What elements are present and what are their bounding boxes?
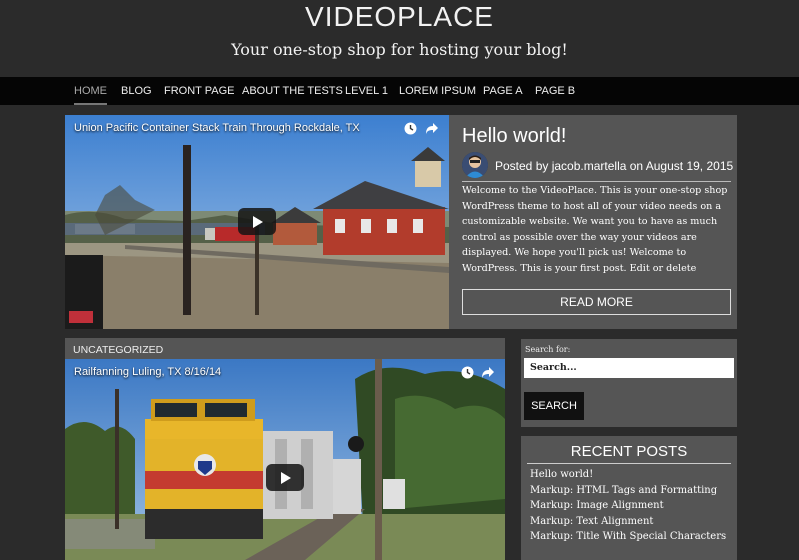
site-tagline: Your one-stop shop for hosting your blog… bbox=[231, 40, 568, 59]
divider bbox=[527, 463, 731, 464]
clock-icon[interactable] bbox=[404, 122, 417, 135]
post-meta: Posted by jacob.martella on August 19, 2… bbox=[495, 159, 734, 173]
recent-post-link[interactable]: Markup: Title With Special Characters bbox=[530, 529, 726, 545]
search-input[interactable]: Search... bbox=[524, 358, 734, 378]
recent-posts-widget: RECENT POSTS Hello world! Markup: HTML T… bbox=[521, 436, 737, 560]
recent-post-link[interactable]: Hello world! bbox=[530, 467, 726, 483]
featured-video-title[interactable]: Union Pacific Container Stack Train Thro… bbox=[74, 122, 360, 134]
search-button[interactable]: SEARCH bbox=[524, 392, 584, 420]
featured-video-player[interactable]: Union Pacific Container Stack Train Thro… bbox=[65, 115, 449, 329]
recent-post-link[interactable]: Markup: Image Alignment bbox=[530, 498, 726, 514]
featured-post-panel: Hello world! Posted by jacob.martella on… bbox=[449, 115, 737, 329]
second-video-thumbnail bbox=[65, 359, 505, 560]
nav-item-front-page[interactable]: FRONT PAGE bbox=[164, 77, 235, 105]
site-header: VIDEOPLACE Your one-stop shop for hostin… bbox=[0, 0, 799, 77]
author-avatar-image bbox=[462, 152, 488, 178]
recent-post-link[interactable]: Markup: HTML Tags and Formatting bbox=[530, 483, 726, 499]
second-video-player[interactable]: Railfanning Luling, TX 8/16/14 bbox=[65, 359, 505, 560]
read-more-button[interactable]: READ MORE bbox=[462, 289, 731, 315]
clock-icon[interactable] bbox=[461, 366, 474, 379]
divider bbox=[462, 181, 731, 182]
nav-item-home[interactable]: HOME bbox=[74, 77, 107, 105]
site-title[interactable]: VIDEOPLACE bbox=[0, 0, 799, 34]
post-category[interactable]: UNCATEGORIZED bbox=[73, 344, 163, 356]
post-excerpt: Welcome to the VideoPlace. This is your … bbox=[462, 185, 728, 274]
avatar bbox=[462, 152, 488, 178]
search-label: Search for: bbox=[525, 345, 571, 354]
post-title[interactable]: Hello world! bbox=[462, 125, 566, 148]
recent-posts-list: Hello world! Markup: HTML Tags and Forma… bbox=[530, 467, 726, 545]
nav-item-level-1[interactable]: LEVEL 1 bbox=[345, 77, 388, 105]
search-widget: Search for: Search... SEARCH bbox=[521, 339, 737, 427]
nav-item-page-b[interactable]: PAGE B bbox=[535, 77, 575, 105]
play-icon[interactable] bbox=[238, 208, 276, 235]
main-navigation: HOME BLOG FRONT PAGE ABOUT THE TESTS LEV… bbox=[0, 77, 799, 105]
nav-item-page-a[interactable]: PAGE A bbox=[483, 77, 523, 105]
nav-item-about-the-tests[interactable]: ABOUT THE TESTS bbox=[242, 77, 343, 105]
share-icon[interactable] bbox=[481, 366, 495, 379]
recent-post-link[interactable]: Markup: Text Alignment bbox=[530, 514, 726, 530]
second-video-title[interactable]: Railfanning Luling, TX 8/16/14 bbox=[74, 366, 221, 378]
nav-item-blog[interactable]: BLOG bbox=[121, 77, 152, 105]
post-card: UNCATEGORIZED Railfanning Luling, TX 8/1… bbox=[65, 338, 505, 560]
play-icon[interactable] bbox=[266, 464, 304, 491]
nav-item-lorem-ipsum[interactable]: LOREM IPSUM bbox=[399, 77, 476, 105]
widget-heading: RECENT POSTS bbox=[570, 443, 688, 460]
share-icon[interactable] bbox=[425, 122, 439, 135]
